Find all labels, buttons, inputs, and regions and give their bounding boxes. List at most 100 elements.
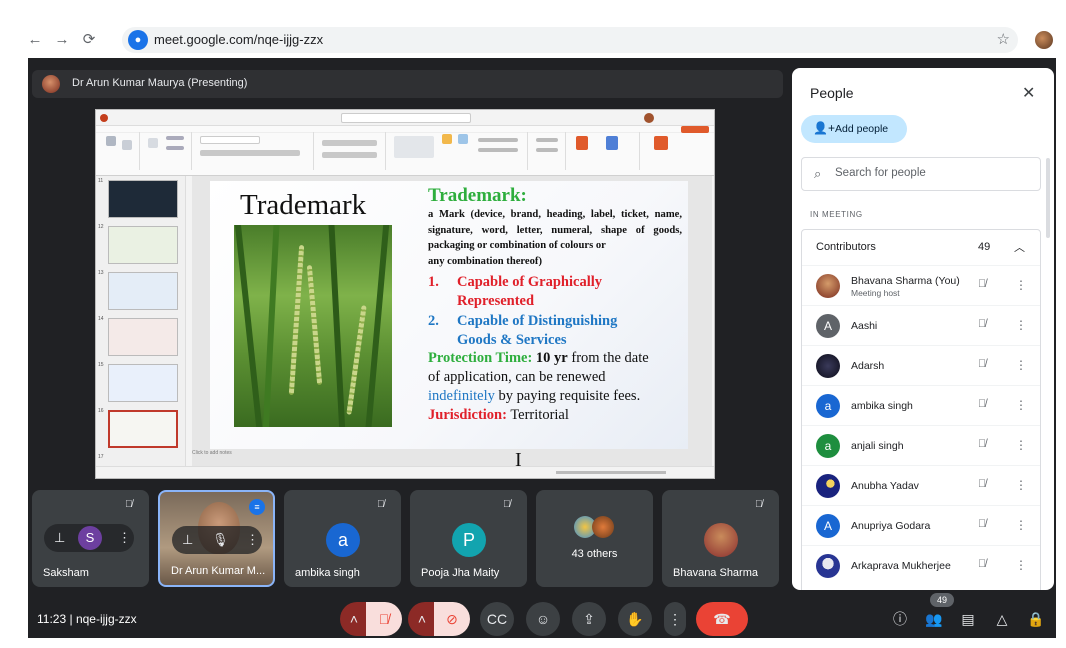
jurisdiction-line: Jurisdiction: Territorial <box>428 407 569 424</box>
more-vert-icon[interactable]: ⋮ <box>118 530 131 546</box>
slide-canvas: Trademark Trademark: a Mark (device, bra… <box>192 176 712 466</box>
panel-title: People <box>810 85 854 101</box>
avatar <box>816 274 840 298</box>
separator: | <box>69 612 73 626</box>
tile-hover-controls[interactable]: ⊥ 🎙 ⋮ <box>172 526 262 554</box>
text-cursor-icon: I <box>515 449 522 471</box>
mic-off-icon[interactable]: 🎙̸ <box>978 278 986 290</box>
browser-menu-icon[interactable]: ⋮ <box>1061 30 1066 48</box>
meet-window: Dr Arun Kumar Maurya (Presenting) 11 12 … <box>28 58 1056 638</box>
mic-off-icon[interactable]: 🎙̸ <box>978 358 986 370</box>
more-vert-icon[interactable]: ⋮ <box>1015 398 1027 412</box>
emoji-icon[interactable]: ☺ <box>526 602 560 636</box>
ppt-zoom-slider <box>556 471 666 474</box>
meeting-info-icon[interactable]: ⓘ <box>886 605 914 633</box>
mic-off-icon[interactable]: 🎙̸ <box>366 602 402 636</box>
search-input[interactable] <box>835 167 1025 179</box>
point-number: 2. <box>428 313 439 329</box>
more-vert-icon[interactable]: ⋮ <box>1015 278 1027 292</box>
more-vert-icon[interactable]: ⋮ <box>1015 438 1027 452</box>
list-item[interactable]: Adarsh 🎙̸ ⋮ <box>802 345 1040 385</box>
tile-bhavana-sharma[interactable]: 🎙̸ Bhavana Sharma <box>662 490 779 587</box>
mic-off-icon[interactable]: 🎙̸ <box>978 318 986 330</box>
participant-name: Anubha Yadav <box>851 480 919 492</box>
pin-icon[interactable]: ⊥ <box>54 530 65 546</box>
chevron-up-icon[interactable]: ︿ <box>1014 239 1025 255</box>
list-item[interactable]: a anjali singh 🎙̸ ⋮ <box>802 425 1040 465</box>
raise-hand-icon[interactable]: ✋ <box>618 602 652 636</box>
indefinitely-word: indefinitely <box>428 388 495 404</box>
tile-saksham[interactable]: 🎙̸ ⊥ S ⋮ Saksham <box>32 490 149 587</box>
ppt-share-button <box>681 126 709 133</box>
site-mic-icon[interactable]: ● <box>128 30 148 50</box>
people-search[interactable]: ⌕ <box>801 157 1041 191</box>
add-people-label: Add people <box>835 123 889 135</box>
mic-off-icon[interactable]: 🎙̸ <box>978 438 986 450</box>
presenting-banner: Dr Arun Kumar Maurya (Presenting) <box>32 70 783 98</box>
chat-icon[interactable]: ▤ <box>954 605 982 633</box>
speaking-indicator-icon: ≡ <box>249 499 265 515</box>
mic-off-icon: 🎙̸ <box>377 499 385 510</box>
definition-continuation: any combination thereof) <box>428 256 542 267</box>
ppt-search-box <box>341 113 471 123</box>
avatar: a <box>816 394 840 418</box>
more-vert-icon[interactable]: ⋮ <box>1015 358 1027 372</box>
clock: 11:23 <box>37 612 67 626</box>
section-label: IN MEETING <box>810 210 863 219</box>
tile-pooja-jha-maity[interactable]: 🎙̸ P Pooja Jha Maity <box>410 490 527 587</box>
more-vert-icon[interactable]: ⋮ <box>246 532 259 548</box>
list-item[interactable]: a ambika singh 🎙̸ ⋮ <box>802 385 1040 425</box>
mic-off-icon[interactable]: 🎙̸ <box>978 518 986 530</box>
mic-off-icon[interactable]: 🎙̸ <box>978 478 986 490</box>
tile-hover-controls[interactable]: ⊥ S ⋮ <box>44 524 134 552</box>
mic-off-icon[interactable]: 🎙̸ <box>978 398 986 410</box>
address-bar[interactable]: ● meet.google.com/nqe-ijjg-zzx ☆ <box>122 27 1018 53</box>
mic-icon[interactable]: 🎙 <box>212 532 229 548</box>
close-icon[interactable]: ✕ <box>1022 83 1035 103</box>
tile-name: Pooja Jha Maity <box>421 567 500 579</box>
tile-name: ambika singh <box>295 567 360 579</box>
profile-avatar[interactable] <box>1035 31 1053 49</box>
more-vert-icon[interactable]: ⋮ <box>1015 518 1027 532</box>
pin-icon[interactable]: ⊥ <box>182 532 193 548</box>
mic-off-icon[interactable]: 🎙̸ <box>978 558 986 570</box>
host-controls-icon[interactable]: 🔒 <box>1022 605 1050 633</box>
people-icon[interactable]: 👥 <box>920 605 948 633</box>
list-item[interactable]: A Aashi 🎙̸ ⋮ <box>802 305 1040 345</box>
slide-heading: Trademark <box>240 189 367 221</box>
more-vert-icon[interactable]: ⋮ <box>1015 318 1027 332</box>
avatar: A <box>816 314 840 338</box>
tile-others[interactable]: 43 others <box>536 490 653 587</box>
end-call-icon[interactable]: ☎ <box>696 602 748 636</box>
avatar: P <box>452 523 486 557</box>
captions-icon[interactable]: CC <box>480 602 514 636</box>
audio-options-chevron-icon[interactable]: ˄ <box>340 602 368 636</box>
ppt-logo-icon <box>100 114 108 122</box>
bookmark-star-icon[interactable]: ☆ <box>997 30 1010 48</box>
camera-off-icon[interactable]: ⊘ <box>434 602 470 636</box>
presenter-label: Dr Arun Kumar Maurya (Presenting) <box>72 77 248 89</box>
panel-scrollbar[interactable] <box>1046 158 1050 238</box>
contributors-group: Contributors 49 ︿ Bhavana Sharma (You) M… <box>801 229 1041 590</box>
protection-line: Protection Time: 10 yr from the date <box>428 350 649 367</box>
ppt-user-avatar <box>644 113 654 123</box>
list-item[interactable]: Arkaprava Mukherjee 🎙̸ ⋮ <box>802 545 1040 585</box>
protection-value: 10 yr <box>535 350 568 366</box>
list-item[interactable]: Anubha Yadav 🎙̸ ⋮ <box>802 465 1040 505</box>
more-vert-icon[interactable]: ⋮ <box>664 602 686 636</box>
list-item[interactable]: Bhavana Sharma (You) Meeting host 🎙̸ ⋮ <box>802 265 1040 305</box>
tile-ambika-singh[interactable]: 🎙̸ a ambika singh <box>284 490 401 587</box>
add-people-button[interactable]: 👤+ Add people <box>801 115 907 143</box>
tile-arun-kumar[interactable]: ≡ ⊥ 🎙 ⋮ Dr Arun Kumar M... <box>158 490 275 587</box>
video-options-chevron-icon[interactable]: ˄ <box>408 602 436 636</box>
url-text[interactable]: meet.google.com/nqe-ijjg-zzx <box>154 32 323 47</box>
rice-plant-image <box>234 225 392 427</box>
present-icon[interactable]: ⇪ <box>572 602 606 636</box>
activities-icon[interactable]: △ <box>988 605 1016 633</box>
reload-icon[interactable]: ⟳ <box>80 31 98 49</box>
more-vert-icon[interactable]: ⋮ <box>1015 478 1027 492</box>
back-icon[interactable]: ← <box>26 31 44 49</box>
forward-icon[interactable]: → <box>53 31 71 49</box>
list-item[interactable]: A Anupriya Godara 🎙̸ ⋮ <box>802 505 1040 545</box>
more-vert-icon[interactable]: ⋮ <box>1015 558 1027 572</box>
